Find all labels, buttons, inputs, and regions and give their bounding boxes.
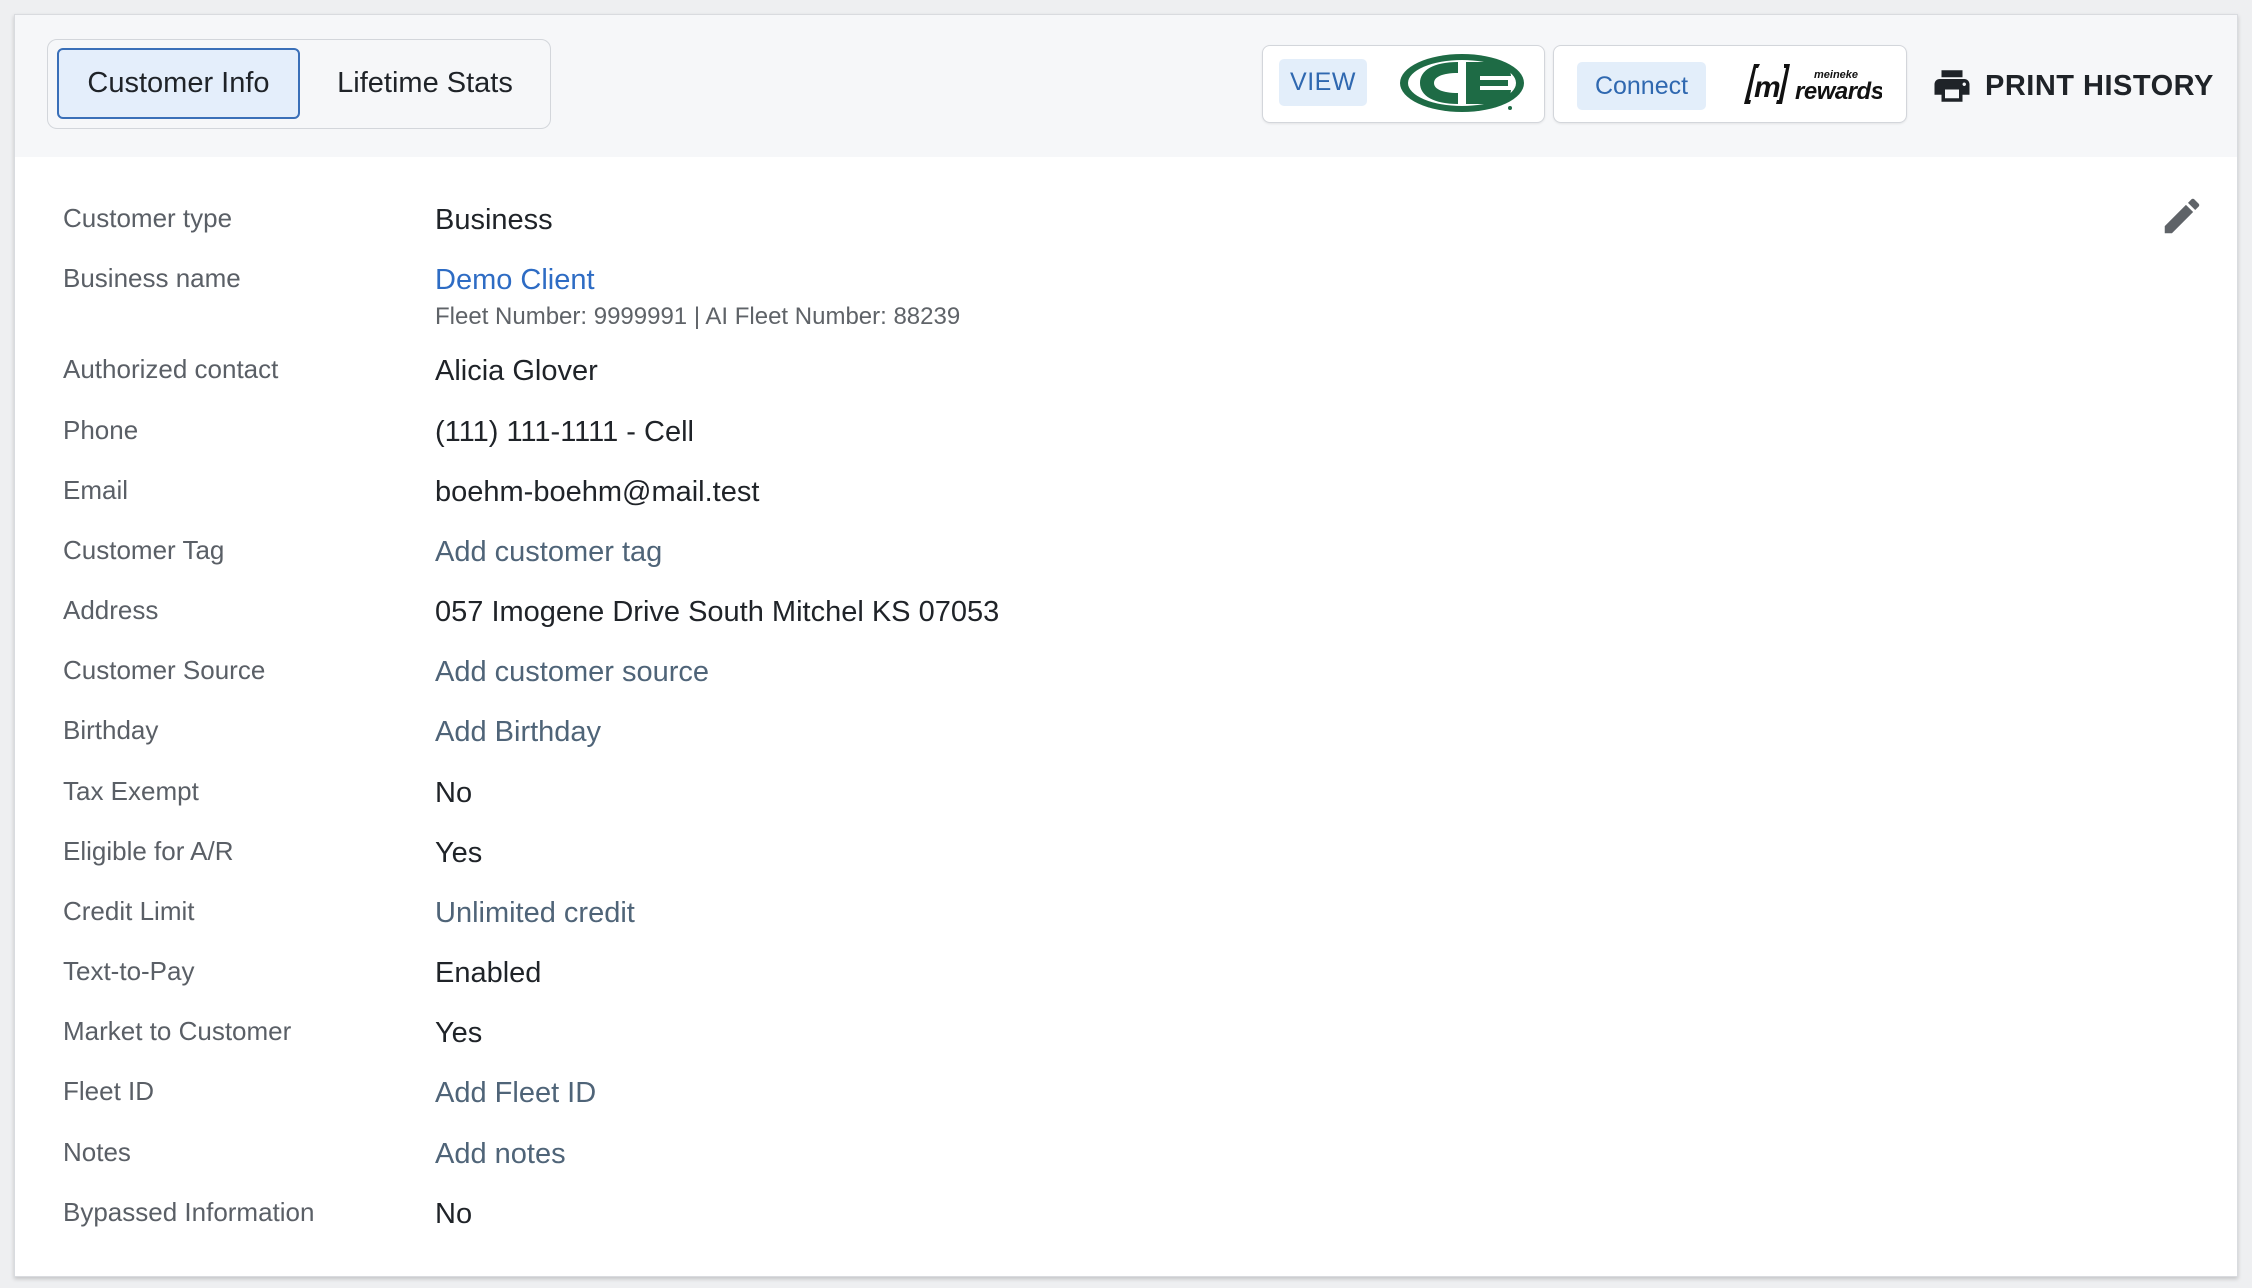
meineke-connect-button[interactable]: Connect — [1577, 62, 1706, 110]
print-history-button[interactable]: PRINT HISTORY — [1931, 65, 2214, 107]
field-label: Fleet ID — [63, 1076, 155, 1106]
field-value: Yes — [435, 1017, 483, 1049]
field-value: boehm-boehm@mail.test — [435, 476, 760, 508]
field-label: Customer Tag — [63, 535, 225, 565]
meineke-rewards-logo-icon: m meineke rewards — [1744, 64, 1882, 105]
ce-view-button[interactable]: VIEW — [1279, 59, 1367, 106]
pencil-icon[interactable] — [2159, 193, 2205, 239]
field-value: Yes — [435, 837, 483, 869]
field-label: Market to Customer — [63, 1016, 292, 1046]
field-label: Notes — [63, 1137, 131, 1167]
add-fleet-id-link[interactable]: Add Fleet ID — [435, 1077, 596, 1110]
add-notes-link[interactable]: Add notes — [435, 1138, 566, 1171]
field-value: Enabled — [435, 957, 542, 989]
field-value: No — [435, 1198, 473, 1230]
field-value: Business — [435, 204, 553, 236]
ce-partner-widget: VIEW — [1262, 45, 1545, 123]
svg-text:m: m — [1754, 71, 1781, 104]
field-label: Authorized contact — [63, 354, 279, 384]
field-label: Text-to-Pay — [63, 956, 195, 986]
printer-icon — [1934, 70, 1970, 102]
field-label: Customer Source — [63, 655, 266, 685]
card-header: Customer Info Lifetime Stats VIEW Connec… — [15, 15, 2237, 157]
credit-limit-link[interactable]: Unlimited credit — [435, 897, 635, 930]
field-label: Address — [63, 595, 159, 625]
field-label: Eligible for A/R — [63, 836, 234, 866]
field-label: Email — [63, 475, 129, 505]
fleet-number-text: Fleet Number: 9999991 | AI Fleet Number:… — [435, 303, 961, 330]
tab-group: Customer Info Lifetime Stats — [47, 39, 551, 129]
field-label: Customer type — [63, 203, 233, 233]
field-value: 057 Imogene Drive South Mitchel KS 07053 — [435, 596, 1000, 628]
field-value: (111) 111-1111 - Cell — [435, 416, 694, 448]
add-birthday-link[interactable]: Add Birthday — [435, 716, 601, 749]
business-name-link[interactable]: Demo Client — [435, 264, 595, 297]
field-label: Bypassed Information — [63, 1197, 315, 1227]
customer-info-card: Customer Info Lifetime Stats VIEW Connec… — [14, 14, 2238, 1277]
field-label: Tax Exempt — [63, 776, 199, 806]
tab-customer-info[interactable]: Customer Info — [57, 48, 300, 119]
add-customer-tag-link[interactable]: Add customer tag — [435, 536, 662, 569]
meineke-partner-widget: Connect m meineke rewards — [1553, 45, 1907, 123]
ce-logo-icon — [1400, 54, 1524, 112]
field-label: Phone — [63, 415, 139, 445]
tab-lifetime-stats[interactable]: Lifetime Stats — [310, 48, 540, 119]
add-customer-source-link[interactable]: Add customer source — [435, 656, 709, 689]
meineke-logo-big-text: rewards — [1795, 78, 1882, 105]
field-label: Credit Limit — [63, 896, 195, 926]
field-label: Birthday — [63, 715, 159, 745]
field-value: Alicia Glover — [435, 355, 598, 387]
print-history-label: PRINT HISTORY — [1985, 69, 2214, 102]
field-value: No — [435, 777, 473, 809]
field-label: Business name — [63, 263, 241, 293]
